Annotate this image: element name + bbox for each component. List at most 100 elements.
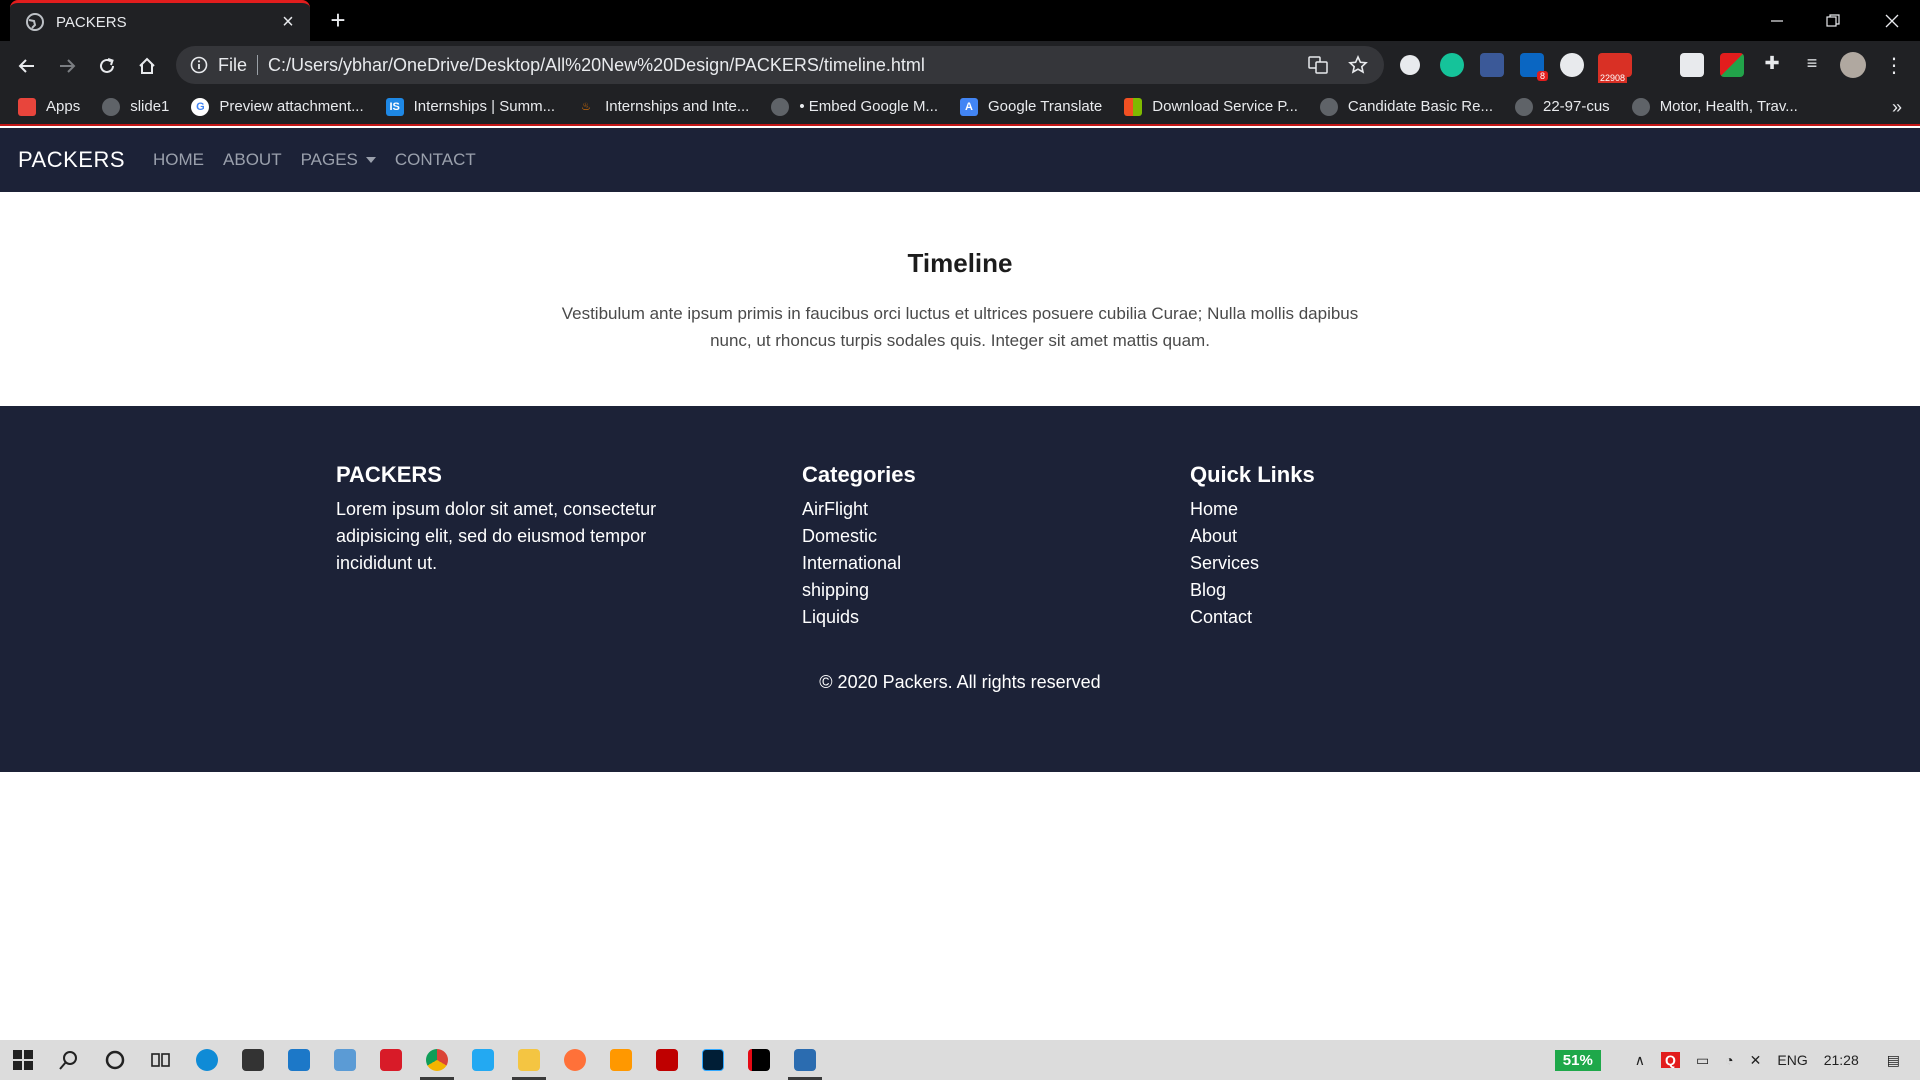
nav-pages-dropdown[interactable]: PAGES [301,150,376,170]
linkedin-icon[interactable]: 8 [1520,53,1548,81]
netflix-app[interactable] [736,1040,782,1080]
bookmark-item[interactable]: Motor, Health, Trav... [1631,97,1798,116]
firefox-icon [564,1049,586,1071]
explorer-app[interactable] [506,1040,552,1080]
chrome-app[interactable] [414,1040,460,1080]
globe-icon [1319,97,1338,116]
category-link[interactable]: International [802,550,916,577]
photoshop-app[interactable] [690,1040,736,1080]
brand-logo[interactable]: PACKERS [18,147,125,173]
tab-close-icon[interactable]: × [278,11,298,34]
home-icon [139,57,155,74]
bookmark-item[interactable]: A Google Translate [960,97,1102,116]
restore-button[interactable] [1805,0,1861,41]
search-button[interactable] [46,1040,92,1080]
sublime-app[interactable] [598,1040,644,1080]
bookmark-label: Motor, Health, Trav... [1659,98,1798,115]
quick-link[interactable]: Services [1190,550,1315,577]
colorful-extension-icon[interactable] [1720,53,1744,77]
bookmark-item[interactable]: Apps [18,97,80,116]
globe-icon [1631,97,1650,116]
bookmark-item[interactable]: Download Service P... [1124,97,1298,116]
more-bookmarks-button[interactable]: » [1892,97,1902,118]
chevron-up-icon[interactable]: ∧ [1635,1052,1645,1069]
flame-icon: ♨ [581,101,592,113]
edge-app[interactable] [184,1040,230,1080]
url-text[interactable]: C:/Users/ybhar/OneDrive/Desktop/All%20Ne… [268,55,1304,76]
quick-link[interactable]: About [1190,523,1315,550]
nav-contact[interactable]: CONTACT [395,150,476,170]
speed-icon[interactable] [1560,53,1584,77]
quick-link[interactable]: Home [1190,496,1315,523]
back-button[interactable] [11,50,43,82]
camera-icon[interactable] [1680,53,1704,77]
blue-app-icon [334,1049,356,1071]
nav-about[interactable]: ABOUT [223,150,282,170]
address-bar[interactable]: File C:/Users/ybhar/OneDrive/Desktop/All… [176,46,1384,84]
chrome-icon [426,1049,448,1071]
mail-icon[interactable]: 22908 [1598,53,1632,83]
close-window-button[interactable] [1864,0,1920,41]
reload-icon [100,58,114,73]
q-app-icon[interactable]: Q [1661,1052,1680,1068]
puzzle-icon[interactable]: ✚ [1760,53,1784,77]
category-link[interactable]: AirFlight [802,496,916,523]
start-button[interactable] [0,1040,46,1080]
cortana-button[interactable] [92,1040,138,1080]
mail-app[interactable] [276,1040,322,1080]
bookmark-item[interactable]: G Preview attachment... [191,97,364,116]
browser-tab[interactable]: PACKERS × [10,0,310,41]
task-view-button[interactable] [138,1040,184,1080]
site-navbar: PACKERS HOME ABOUT PAGES CONTACT [0,128,1920,192]
photos-icon [794,1049,816,1071]
grammarly-icon[interactable] [1440,53,1464,77]
category-link[interactable]: shipping [802,577,916,604]
bookmark-item[interactable]: ♨ Internships and Inte... [577,98,749,116]
forward-button[interactable] [51,50,83,82]
battery-icon[interactable]: ▭ [1696,1052,1709,1069]
volume-muted-icon[interactable]: ✕ [1750,1052,1762,1069]
home-button[interactable] [131,50,163,82]
sublime-icon [610,1049,632,1071]
translate-page-icon[interactable] [1304,51,1332,79]
bookmark-item[interactable]: 22-97-cus [1514,97,1610,116]
bookmark-item[interactable]: Candidate Basic Re... [1319,97,1493,116]
wifi-icon[interactable]: ◔ [1725,1052,1733,1068]
extension-link-icon[interactable] [1480,53,1504,77]
vscode-app[interactable] [460,1040,506,1080]
category-link[interactable]: Liquids [802,604,916,631]
media-icon[interactable]: ≡ [1800,53,1824,77]
menu-dots-icon[interactable]: ⋮ [1882,53,1906,77]
nav-home[interactable]: HOME [153,150,204,170]
apps-grid-icon [18,97,36,116]
new-tab-button[interactable]: + [323,6,353,36]
info-icon[interactable] [190,56,208,74]
firefox-app[interactable] [552,1040,598,1080]
clock-time[interactable]: 21:28 [1824,1052,1859,1068]
category-link[interactable]: Domestic [802,523,916,550]
notification-icon[interactable]: ▤ [1887,1052,1900,1069]
filezilla-app[interactable] [644,1040,690,1080]
url-scheme: File [218,55,259,75]
bookmark-item[interactable]: • Embed Google M... [771,97,938,116]
reload-button[interactable] [91,50,123,82]
profile-avatar[interactable] [1840,52,1866,78]
bookmark-star-icon[interactable] [1344,51,1372,79]
quick-link[interactable]: Contact [1190,604,1315,631]
globe-icon [26,13,44,31]
app-shortcut[interactable] [368,1040,414,1080]
vscode-icon [472,1049,494,1071]
google-icon: G [191,97,210,116]
language-indicator[interactable]: ENG [1777,1052,1807,1068]
extension-circle-icon[interactable] [1400,55,1420,75]
battery-percentage[interactable]: 51% [1554,1049,1601,1071]
bookmark-item[interactable]: slide1 [102,97,169,116]
store-app[interactable] [230,1040,276,1080]
bookmark-label: Internships and Inte... [605,98,750,115]
minimize-button[interactable] [1749,0,1805,41]
app-shortcut[interactable] [322,1040,368,1080]
quick-link[interactable]: Blog [1190,577,1315,604]
photos-app[interactable] [782,1040,828,1080]
mail-badge: 22908 [1598,73,1628,83]
bookmark-item[interactable]: IS Internships | Summ... [385,97,555,116]
